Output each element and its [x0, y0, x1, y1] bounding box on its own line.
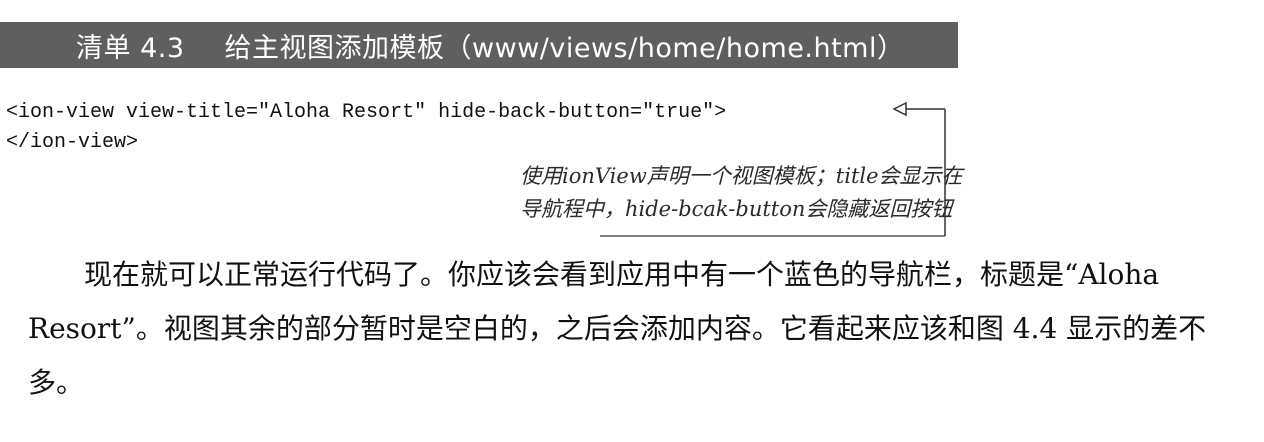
code-annotation: 使用ionView声明一个视图模板；title会显示在 导航程中，hide-bc… [520, 160, 963, 226]
code-line-2: </ion-view> [6, 131, 139, 154]
listing-number: 清单 4.3 [76, 32, 185, 64]
body-paragraph: 现在就可以正常运行代码了。你应该会看到应用中有一个蓝色的导航栏，标题是“Aloh… [28, 248, 1238, 410]
annotation-line-2: 导航程中，hide-bcak-button会隐藏返回按钮 [520, 197, 953, 221]
callout-arrowhead-icon [892, 101, 907, 117]
listing-title: 给主视图添加模板（www/views/home/home.html） [224, 32, 905, 64]
body-paragraph-text: 现在就可以正常运行代码了。你应该会看到应用中有一个蓝色的导航栏，标题是“Aloh… [28, 258, 1207, 399]
code-line-1: <ion-view view-title="Aloha Resort" hide… [6, 101, 727, 124]
listing-header: 清单 4.3 给主视图添加模板（www/views/home/home.html… [0, 22, 958, 68]
annotation-line-1: 使用ionView声明一个视图模板；title会显示在 [520, 164, 963, 188]
